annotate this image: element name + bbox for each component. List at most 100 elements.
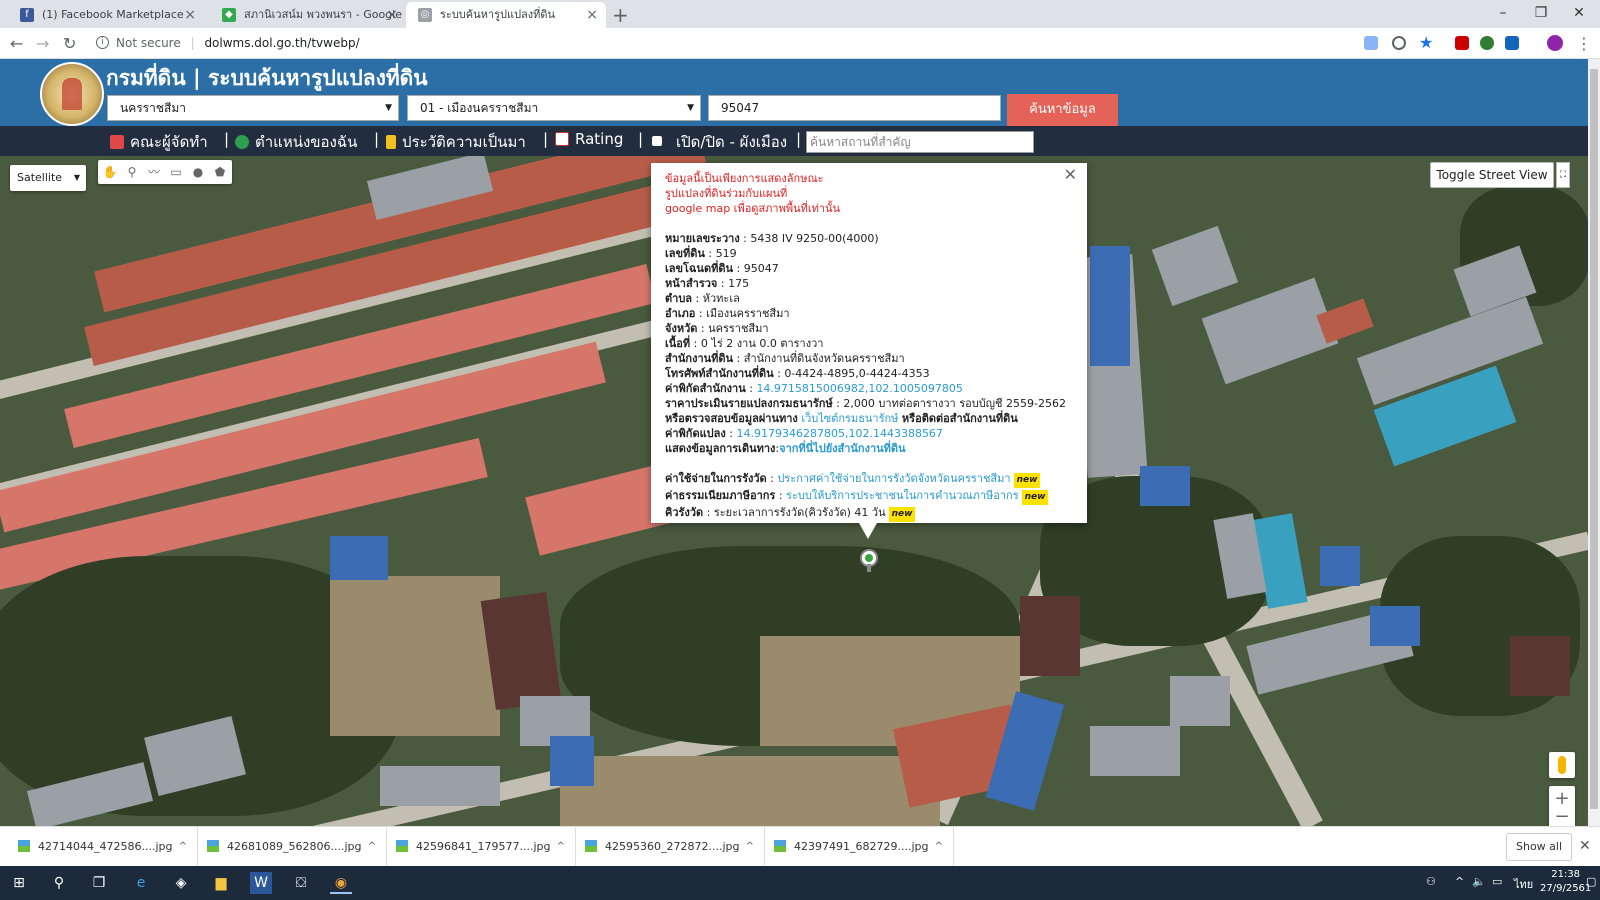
- polyline-icon[interactable]: 〰: [146, 164, 162, 180]
- app-icon[interactable]: ◈: [170, 872, 192, 894]
- zoom-icon[interactable]: [1392, 36, 1406, 50]
- download-item[interactable]: 42596841_179577....jpg ^: [390, 827, 576, 867]
- close-icon[interactable]: ✕: [1064, 167, 1077, 183]
- reload-icon[interactable]: ↻: [63, 34, 76, 53]
- hand-icon[interactable]: ✋: [102, 164, 118, 180]
- map-building: [550, 736, 594, 786]
- toggle-street-view-button[interactable]: Toggle Street View: [1430, 162, 1554, 188]
- nav-rating[interactable]: Rating: [555, 130, 623, 148]
- close-tab-icon[interactable]: ×: [184, 2, 196, 28]
- dropdown-arrow-icon: ▼: [687, 103, 694, 113]
- address-bar[interactable]: i Not secure | dolwms.dol.go.th/tvwebp/: [90, 31, 1370, 55]
- deed-number-input[interactable]: 95047: [708, 95, 1001, 121]
- tab-land-search[interactable]: ◎ ระบบค้นหารูปแปลงที่ดิน ×: [406, 2, 606, 28]
- dropdown-arrow-icon: ▼: [385, 103, 392, 113]
- chevron-up-icon[interactable]: ^: [1455, 875, 1464, 888]
- disclaimer-line: ข้อมูลนี้เป็นเพียงการแสดงลักษณะ: [665, 172, 824, 185]
- place-search-input[interactable]: ค้นหาสถานที่สำคัญ: [806, 131, 1034, 153]
- tax-service-link[interactable]: ระบบให้บริการประชาชนในการคำนวณภาษีอากร: [786, 489, 1019, 502]
- show-all-downloads-button[interactable]: Show all: [1506, 833, 1572, 861]
- back-icon[interactable]: ←: [10, 34, 23, 53]
- nav-toggle-city-plan[interactable]: เปิด/ปิด - ผังเมือง: [652, 130, 787, 154]
- volume-icon[interactable]: 🔈: [1472, 875, 1486, 888]
- word-icon[interactable]: W: [250, 872, 272, 894]
- windows-start-icon[interactable]: ⊞: [8, 872, 30, 894]
- rectangle-icon[interactable]: ▭: [168, 164, 184, 180]
- chevron-up-icon[interactable]: ^: [179, 827, 187, 867]
- url-text[interactable]: dolwms.dol.go.th/tvwebp/: [204, 36, 359, 50]
- zoom-out-button[interactable]: −: [1549, 808, 1575, 826]
- search-button[interactable]: ค้นหาข้อมูล: [1007, 94, 1118, 126]
- treasury-website-link[interactable]: เว็บไซต์กรมธนารักษ์: [801, 412, 898, 425]
- chevron-up-icon[interactable]: ^: [557, 827, 565, 867]
- menu-icon[interactable]: ⋮: [1576, 34, 1592, 53]
- new-tab-button[interactable]: +: [612, 3, 629, 27]
- route-link[interactable]: จากที่นี่ไปยังสำนักงานที่ดิน: [779, 442, 905, 455]
- search-icon[interactable]: ⚲: [48, 872, 70, 894]
- bookmark-star-icon[interactable]: ★: [1419, 33, 1433, 52]
- nav-my-location[interactable]: ตำแหน่งของฉัน: [235, 130, 357, 154]
- download-item[interactable]: 42595360_272872....jpg ^: [579, 827, 765, 867]
- parcel-info-window: ✕ ข้อมูลนี้เป็นเพียงการแสดงลักษณะ รูปแปล…: [651, 163, 1087, 539]
- minimize-icon[interactable]: –: [1484, 0, 1522, 28]
- close-tab-icon[interactable]: ×: [386, 2, 398, 28]
- chevron-up-icon[interactable]: ^: [368, 827, 376, 867]
- field-label: โทรศัพท์สำนักงานที่ดิน: [665, 367, 774, 380]
- close-download-bar-icon[interactable]: ✕: [1579, 838, 1591, 854]
- facebook-icon: f: [20, 8, 34, 22]
- page-scrollbar[interactable]: [1588, 59, 1600, 826]
- map-type-select[interactable]: Satellite ▼: [10, 165, 86, 191]
- close-tab-icon[interactable]: ×: [586, 2, 598, 28]
- fullscreen-icon[interactable]: ⛶: [1556, 162, 1570, 188]
- security-label: Not secure: [116, 36, 181, 50]
- survey-fee-link[interactable]: ประกาศค่าใช้จ่ายในการรังวัดจังหวัดนครราช…: [777, 472, 1010, 485]
- extension-icon[interactable]: [1505, 36, 1519, 50]
- store-icon[interactable]: ⛋: [290, 872, 312, 894]
- pegman-icon[interactable]: [1549, 752, 1575, 778]
- translate-icon[interactable]: [1364, 36, 1378, 50]
- polygon-icon[interactable]: ⬟: [212, 164, 228, 180]
- people-icon[interactable]: ⚇: [1426, 875, 1436, 888]
- info-icon[interactable]: i: [96, 36, 109, 49]
- province-select[interactable]: นครราชสีมา ▼: [107, 95, 399, 121]
- chevron-up-icon[interactable]: ^: [746, 827, 754, 867]
- tab-google-maps[interactable]: ◆ สภานิเวสน์ม พวงพนรา - Google M ×: [210, 2, 406, 28]
- checkbox-icon[interactable]: [652, 136, 662, 146]
- circle-icon[interactable]: ●: [190, 164, 206, 180]
- nav-history[interactable]: ประวัติความเป็นมา: [386, 130, 526, 154]
- task-view-icon[interactable]: ❐: [88, 872, 110, 894]
- file-explorer-icon[interactable]: ▆: [210, 872, 232, 894]
- chevron-up-icon[interactable]: ^: [935, 827, 943, 867]
- scrollbar-thumb[interactable]: [1590, 69, 1598, 809]
- field-label: ตำบล: [665, 292, 693, 305]
- download-item[interactable]: 42397491_682729....jpg ^: [768, 827, 954, 867]
- map-type-value: Satellite: [17, 171, 63, 184]
- parcel-marker-icon[interactable]: [860, 549, 878, 572]
- marker-icon[interactable]: ⚲: [124, 164, 140, 180]
- profile-avatar[interactable]: [1547, 35, 1563, 51]
- restore-icon[interactable]: ❐: [1522, 0, 1560, 28]
- office-coord-link[interactable]: 14.9715815006982,102.1005097805: [756, 382, 962, 395]
- district-select[interactable]: 01 - เมืองนครราชสีมา ▼: [407, 95, 701, 121]
- pdf-extension-icon[interactable]: [1455, 36, 1469, 50]
- field-label: เลขโฉนดที่ดิน: [665, 262, 733, 275]
- close-window-icon[interactable]: ✕: [1560, 0, 1598, 28]
- system-clock[interactable]: 21:38 27/9/2561: [1540, 868, 1591, 896]
- download-item[interactable]: 42714044_472586....jpg ^: [12, 827, 198, 867]
- edge-icon[interactable]: e: [130, 872, 152, 894]
- parcel-coord-link[interactable]: 14.9179346287805,102.1443388567: [736, 427, 942, 440]
- network-icon[interactable]: ▭: [1492, 875, 1502, 888]
- field-label: หน้าสำรวจ: [665, 277, 718, 290]
- extension-icon[interactable]: [1480, 36, 1494, 50]
- language-indicator[interactable]: ไทย: [1514, 875, 1533, 893]
- tab-facebook-marketplace[interactable]: f (1) Facebook Marketplace ×: [8, 2, 204, 28]
- field-label: เลขที่ดิน: [665, 247, 705, 260]
- image-file-icon: [774, 840, 786, 852]
- clock-time: 21:38: [1551, 869, 1581, 880]
- nav-team[interactable]: คณะผู้จัดทำ: [110, 130, 208, 154]
- forward-icon[interactable]: →: [36, 34, 49, 53]
- download-item[interactable]: 42681089_562806....jpg ^: [201, 827, 387, 867]
- info-row-fee: ค่าใช้จ่ายในการรังวัด : ประกาศค่าใช้จ่าย…: [665, 471, 1073, 488]
- field-sep: :: [703, 506, 714, 519]
- chrome-icon[interactable]: ◉: [330, 872, 352, 894]
